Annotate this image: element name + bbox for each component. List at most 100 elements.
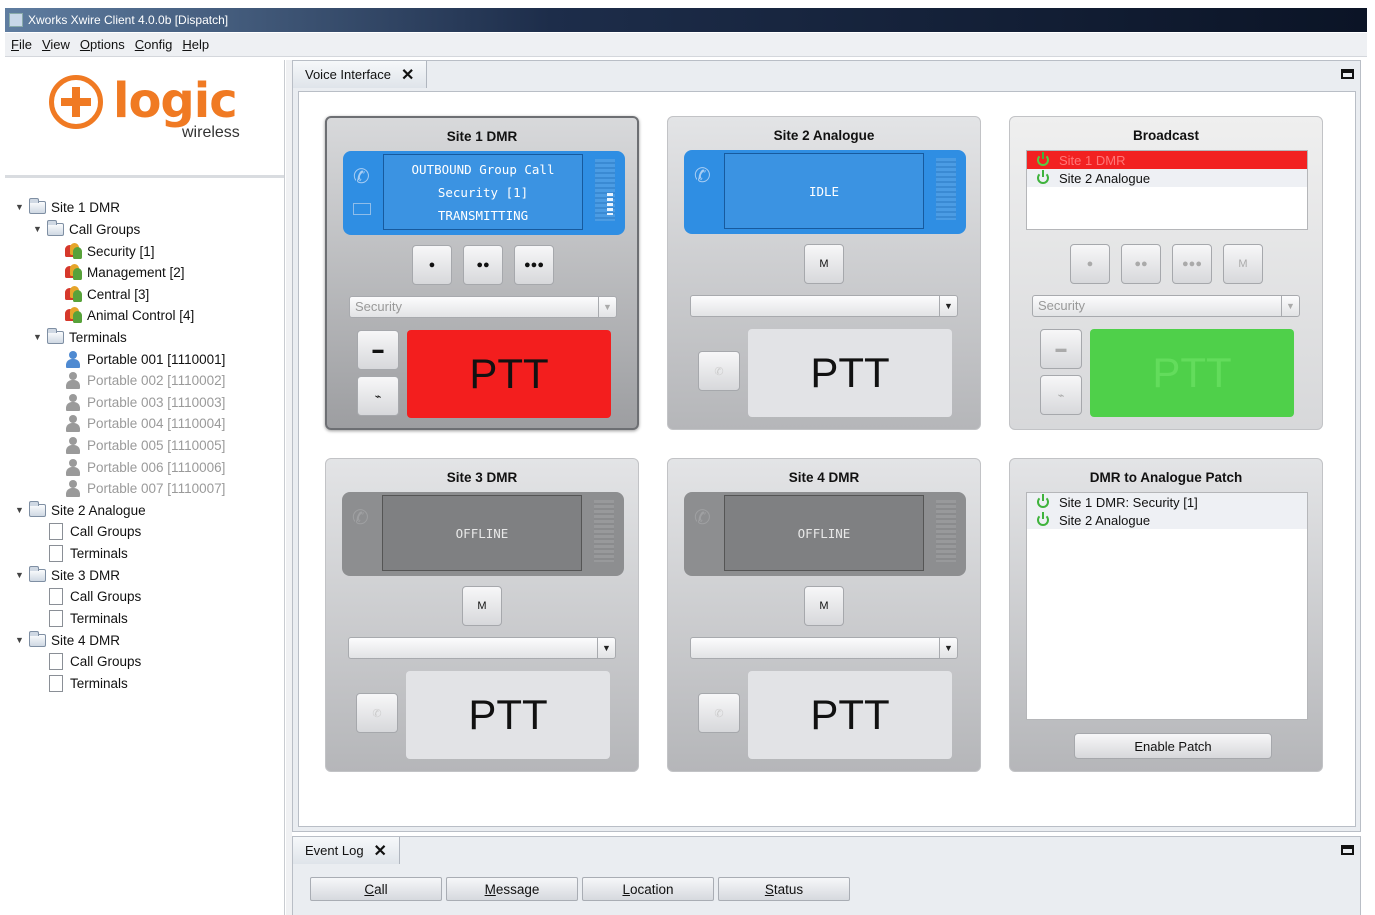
- tree-site3-call-groups[interactable]: Call Groups: [47, 586, 141, 606]
- display-line-3: TRANSMITTING: [437, 207, 529, 223]
- tree-site2[interactable]: ▼ Site 2 Analogue: [15, 500, 146, 520]
- panel-site4-dmr[interactable]: Site 4 DMR ✆ OFFLINE M ▼ ✆ PTT: [667, 458, 981, 772]
- folder-icon: [29, 197, 46, 214]
- tree-terminal-002[interactable]: Portable 002 [1110002]: [65, 370, 225, 390]
- talkgroup-select[interactable]: Security ▼: [1032, 295, 1300, 317]
- enable-patch-button[interactable]: Enable Patch: [1074, 733, 1272, 759]
- talkgroup-select[interactable]: ▼: [348, 637, 616, 659]
- tree-terminal-006[interactable]: Portable 006 [1110006]: [65, 457, 225, 477]
- call-button[interactable]: ✆: [698, 351, 740, 391]
- ptt-button[interactable]: PTT: [406, 671, 610, 759]
- expand-arrow-icon[interactable]: ▼: [15, 570, 25, 580]
- menu-config[interactable]: Config: [135, 37, 173, 52]
- list-item-label: Site 2 Analogue: [1059, 170, 1151, 186]
- document-icon: [49, 544, 63, 562]
- chevron-down-icon[interactable]: ▼: [939, 296, 957, 316]
- expand-arrow-icon[interactable]: ▼: [33, 332, 43, 342]
- chevron-down-icon[interactable]: ▼: [598, 297, 616, 317]
- tree-site4-call-groups[interactable]: Call Groups: [47, 651, 141, 671]
- single-call-button[interactable]: ●: [412, 245, 452, 285]
- tree-label: Portable 007 [1110007]: [87, 480, 226, 496]
- tab-event-log[interactable]: Event Log ✕: [293, 837, 400, 864]
- message-button[interactable]: ▬: [1040, 329, 1082, 369]
- menu-options[interactable]: Options: [80, 37, 125, 52]
- chevron-down-icon[interactable]: ▼: [1281, 296, 1299, 316]
- tree-site3[interactable]: ▼ Site 3 DMR: [15, 565, 120, 585]
- tree-site2-call-groups[interactable]: Call Groups: [47, 521, 141, 541]
- monitor-button[interactable]: M: [804, 244, 844, 284]
- all-call-button[interactable]: ●●●: [514, 245, 554, 285]
- maximize-icon[interactable]: [1341, 845, 1354, 855]
- tree-label: Call Groups: [70, 523, 142, 539]
- all-call-button[interactable]: ●●●: [1172, 244, 1212, 284]
- group-call-button[interactable]: ●●: [463, 245, 503, 285]
- maximize-icon[interactable]: [1341, 69, 1354, 79]
- tree-label: Management [2]: [87, 264, 185, 280]
- tree-terminal-007[interactable]: Portable 007 [1110007]: [65, 478, 225, 498]
- panel-site1-dmr[interactable]: Site 1 DMR ✆ OUTBOUND Group Call Securit…: [325, 116, 639, 430]
- talkgroup-select[interactable]: Security ▼: [349, 296, 617, 318]
- tree-group-management[interactable]: Management [2]: [65, 262, 185, 282]
- tree-site1-call-groups[interactable]: ▼ Call Groups: [33, 219, 140, 239]
- group-call-button[interactable]: ●●: [1121, 244, 1161, 284]
- status-filter-button[interactable]: Status: [718, 877, 850, 901]
- chevron-down-icon[interactable]: ▼: [939, 638, 957, 658]
- phone-icon: ✆: [714, 707, 724, 720]
- tree-label: Security [1]: [87, 243, 155, 259]
- monitor-button[interactable]: M: [804, 586, 844, 626]
- user-icon: [65, 479, 80, 497]
- monitor-button[interactable]: M: [1223, 244, 1263, 284]
- tree-terminal-004[interactable]: Portable 004 [1110004]: [65, 413, 225, 433]
- ptt-button[interactable]: PTT: [748, 329, 952, 417]
- location-button[interactable]: ⌁: [357, 376, 399, 416]
- close-icon[interactable]: ✕: [401, 65, 414, 85]
- tab-voice-interface[interactable]: Voice Interface ✕: [293, 61, 428, 88]
- expand-arrow-icon[interactable]: ▼: [33, 224, 43, 234]
- tree-label: Terminals: [70, 610, 128, 626]
- call-button[interactable]: ✆: [356, 693, 398, 733]
- expand-arrow-icon[interactable]: ▼: [15, 635, 25, 645]
- ptt-button[interactable]: PTT: [407, 330, 611, 418]
- message-filter-button[interactable]: Message: [446, 877, 578, 901]
- tree-site1[interactable]: ▼ Site 1 DMR: [15, 197, 120, 217]
- logo: logic wireless: [5, 60, 284, 178]
- tree-group-security[interactable]: Security [1]: [65, 241, 155, 261]
- tree-label: Call Groups: [70, 588, 142, 604]
- expand-arrow-icon[interactable]: ▼: [15, 505, 25, 515]
- list-item[interactable]: Site 1 DMR: [1027, 151, 1307, 169]
- panel-site2-analogue[interactable]: Site 2 Analogue ✆ IDLE M ▼ ✆ PTT: [667, 116, 981, 430]
- call-button[interactable]: ✆: [698, 693, 740, 733]
- tree-site2-terminals[interactable]: Terminals: [47, 543, 128, 563]
- talkgroup-select[interactable]: ▼: [690, 637, 958, 659]
- menu-view[interactable]: View: [42, 37, 70, 52]
- tree-terminal-005[interactable]: Portable 005 [1110005]: [65, 435, 225, 455]
- tree-site3-terminals[interactable]: Terminals: [47, 608, 128, 628]
- tree-terminal-001[interactable]: Portable 001 [1110001]: [65, 349, 225, 369]
- ptt-button[interactable]: PTT: [1090, 329, 1294, 417]
- list-item[interactable]: Site 2 Analogue: [1027, 169, 1307, 187]
- menu-help[interactable]: Help: [182, 37, 209, 52]
- monitor-button[interactable]: M: [462, 586, 502, 626]
- tree-terminal-003[interactable]: Portable 003 [1110003]: [65, 392, 225, 412]
- call-filter-button[interactable]: Call: [310, 877, 442, 901]
- panel-dmr-analogue-patch[interactable]: DMR to Analogue Patch Site 1 DMR: Securi…: [1009, 458, 1323, 772]
- ptt-button[interactable]: PTT: [748, 671, 952, 759]
- menu-file[interactable]: File: [11, 37, 32, 52]
- tree-group-animal-control[interactable]: Animal Control [4]: [65, 305, 194, 325]
- list-item[interactable]: Site 1 DMR: Security [1]: [1027, 493, 1307, 511]
- location-button[interactable]: ⌁: [1040, 375, 1082, 415]
- message-button[interactable]: ▬: [357, 330, 399, 370]
- close-icon[interactable]: ✕: [374, 841, 387, 861]
- tree-site4[interactable]: ▼ Site 4 DMR: [15, 630, 120, 650]
- channel-select[interactable]: ▼: [690, 295, 958, 317]
- single-call-button[interactable]: ●: [1070, 244, 1110, 284]
- location-filter-button[interactable]: Location: [582, 877, 714, 901]
- panel-site3-dmr[interactable]: Site 3 DMR ✆ OFFLINE M ▼ ✆ PTT: [325, 458, 639, 772]
- panel-broadcast[interactable]: Broadcast Site 1 DMR Site 2 Analogue ● ●…: [1009, 116, 1323, 430]
- chevron-down-icon[interactable]: ▼: [597, 638, 615, 658]
- tree-group-central[interactable]: Central [3]: [65, 284, 149, 304]
- tree-site1-terminals[interactable]: ▼ Terminals: [33, 327, 127, 347]
- expand-arrow-icon[interactable]: ▼: [15, 202, 25, 212]
- tree-site4-terminals[interactable]: Terminals: [47, 673, 128, 693]
- list-item[interactable]: Site 2 Analogue: [1027, 511, 1307, 529]
